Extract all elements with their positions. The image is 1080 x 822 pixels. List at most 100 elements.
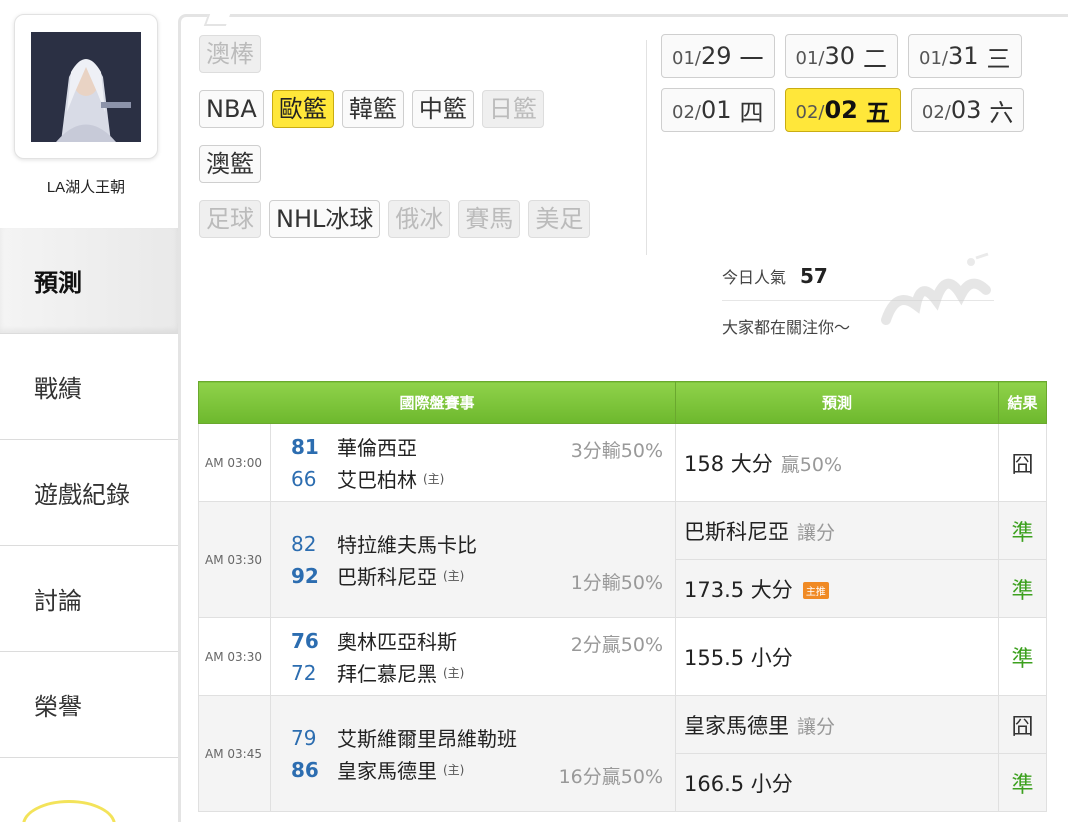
featured-badge: 主推 [802, 582, 829, 599]
nav-item-discussion[interactable]: 討論 [0, 546, 178, 652]
home-name[interactable]: 拜仁慕尼黑 [337, 658, 437, 687]
date-row-2: 02/01 四 02/02 五 02/03 六 [661, 88, 1025, 132]
table-row: AM 03:30 76 奧林匹亞科斯 72 拜仁慕尼黑 (主) 2分贏50% 1… [198, 617, 1048, 696]
popularity: 今日人氣 57 [722, 264, 828, 288]
games-table: 國際盤賽事 預測 結果 AM 03:00 81 華倫西亞 66 艾巴柏林 (主)… [197, 381, 1048, 812]
game-matchup: 81 華倫西亞 66 艾巴柏林 (主) 3分輸50% [269, 423, 677, 502]
prediction-extra: 讓分 [797, 521, 836, 544]
prediction: 巴斯科尼亞 讓分 [675, 501, 1000, 560]
date-day: 01 [700, 96, 732, 124]
date-month-text: 02/ [921, 102, 951, 123]
date-day: 30 [824, 42, 856, 70]
prediction-text: 巴斯科尼亞 [684, 519, 790, 544]
home-mark: (主) [423, 472, 445, 486]
avatar-image [31, 32, 141, 142]
category-horse-racing[interactable]: 賽馬 [458, 200, 521, 238]
away-team: 82 特拉維夫馬卡比 [271, 528, 675, 560]
home-team: 66 艾巴柏林 (主) [271, 463, 675, 495]
away-name[interactable]: 艾斯維爾里昂維勒班 [337, 723, 517, 752]
category-soccer[interactable]: 足球 [199, 200, 261, 238]
panel-pointer [203, 14, 231, 26]
nav-item-label: 遊戲紀錄 [34, 481, 130, 509]
avatar-card[interactable] [14, 14, 158, 159]
category-nba[interactable]: NBA [199, 90, 264, 128]
away-name[interactable]: 奧林匹亞科斯 [337, 626, 457, 655]
category-japan-basketball[interactable]: 日籃 [481, 90, 544, 128]
prediction-text: 166.5 小分 [684, 771, 793, 796]
game-time: AM 03:30 [198, 617, 271, 696]
home-mark: (主) [443, 763, 465, 777]
date-month-text: 01/ [919, 48, 948, 69]
popularity-count: 57 [800, 264, 828, 288]
table-row: AM 03:45 79 艾斯維爾里昂維勒班 86 皇家馬德里 (主) 16分贏5… [198, 695, 1048, 812]
game-matchup: 82 特拉維夫馬卡比 92 巴斯科尼亞 (主) 1分輸50% [269, 501, 677, 618]
nav-item-game-log[interactable]: 遊戲紀錄 [0, 440, 178, 546]
header-event: 國際盤賽事 [197, 381, 677, 424]
date-weekday: 三 [986, 44, 1011, 73]
prediction: 155.5 小分 [675, 617, 1000, 696]
date-button[interactable]: 02/01 四 [661, 88, 775, 132]
date-row-1: 01/29 一 01/30 二 01/31 三 [661, 34, 1022, 78]
date-month: 01/31 [919, 42, 979, 70]
prediction-extra: 讓分 [797, 715, 836, 738]
spread-result: 2分贏50% [570, 634, 664, 656]
date-button[interactable]: 01/31 三 [908, 34, 1022, 78]
avatar[interactable] [31, 32, 141, 142]
category-korea-basketball[interactable]: 韓籃 [341, 90, 404, 128]
nav-item-label: 榮譽 [34, 693, 82, 721]
date-weekday: 四 [739, 98, 764, 127]
date-day: 02 [824, 96, 858, 124]
header-result: 結果 [998, 381, 1048, 424]
home-name[interactable]: 巴斯科尼亞 [337, 561, 437, 590]
result-badge: 囧 [998, 695, 1048, 754]
category-row-2: NBA 歐籃 韓籃 中籃 日籃 [199, 90, 544, 128]
category-nhl[interactable]: NHL冰球 [269, 200, 381, 238]
result-badge: 準 [998, 753, 1048, 812]
home-name[interactable]: 皇家馬德里 [337, 755, 437, 784]
date-weekday: 二 [863, 44, 888, 73]
game-time: AM 03:45 [198, 695, 271, 812]
category-american-football[interactable]: 美足 [528, 200, 591, 238]
category-row-3: 澳籃 [199, 145, 261, 183]
date-month: 02/03 [922, 96, 982, 124]
popularity-label: 今日人氣 [722, 268, 787, 287]
table-row: AM 03:30 82 特拉維夫馬卡比 92 巴斯科尼亞 (主) 1分輸50% … [198, 501, 1048, 618]
away-name[interactable]: 特拉維夫馬卡比 [337, 529, 477, 558]
home-team: 72 拜仁慕尼黑 (主) [271, 657, 675, 689]
table-row: AM 03:00 81 華倫西亞 66 艾巴柏林 (主) 3分輸50% 158 … [198, 423, 1048, 502]
category-aus-baseball[interactable]: 澳棒 [199, 35, 261, 73]
date-weekday: 一 [739, 44, 764, 73]
decorative-logo [881, 252, 991, 325]
date-weekday: 六 [989, 98, 1014, 127]
game-matchup: 76 奧林匹亞科斯 72 拜仁慕尼黑 (主) 2分贏50% [269, 617, 677, 696]
date-month: 01/29 [672, 42, 732, 70]
home-name[interactable]: 艾巴柏林 [337, 464, 417, 493]
category-china-basketball[interactable]: 中籃 [411, 90, 474, 128]
category-euro-basketball[interactable]: 歐籃 [271, 90, 334, 128]
away-name[interactable]: 華倫西亞 [337, 432, 417, 461]
away-score: 81 [291, 434, 319, 459]
date-month-text: 01/ [672, 48, 701, 69]
prediction: 皇家馬德里 讓分 [675, 695, 1000, 754]
nav-item-predict[interactable]: 預測 [0, 228, 178, 334]
result-badge: 準 [998, 559, 1048, 618]
date-month-text: 01/ [795, 48, 825, 69]
home-score: 86 [291, 757, 319, 782]
category-russia-hockey[interactable]: 俄冰 [388, 200, 451, 238]
date-button-selected[interactable]: 02/02 五 [784, 88, 901, 132]
home-score: 66 [291, 466, 317, 491]
category-row-4: 足球 NHL冰球 俄冰 賽馬 美足 [199, 200, 591, 238]
prediction-text: 173.5 大分 [684, 577, 793, 602]
nav-item-record[interactable]: 戰績 [0, 334, 178, 440]
date-month-text: 02/ [795, 102, 825, 123]
date-button[interactable]: 01/29 一 [661, 34, 775, 78]
date-button[interactable]: 01/30 二 [784, 34, 899, 78]
spread-result: 3分輸50% [570, 440, 664, 462]
date-button[interactable]: 02/03 六 [910, 88, 1025, 132]
nav-item-honor[interactable]: 榮譽 [0, 652, 178, 758]
category-aus-basketball[interactable]: 澳籃 [199, 145, 261, 183]
nav-item-label: 預測 [34, 269, 82, 297]
away-score: 76 [291, 628, 319, 653]
prediction-text: 155.5 小分 [684, 645, 793, 670]
game-matchup: 79 艾斯維爾里昂維勒班 86 皇家馬德里 (主) 16分贏50% [269, 695, 677, 812]
